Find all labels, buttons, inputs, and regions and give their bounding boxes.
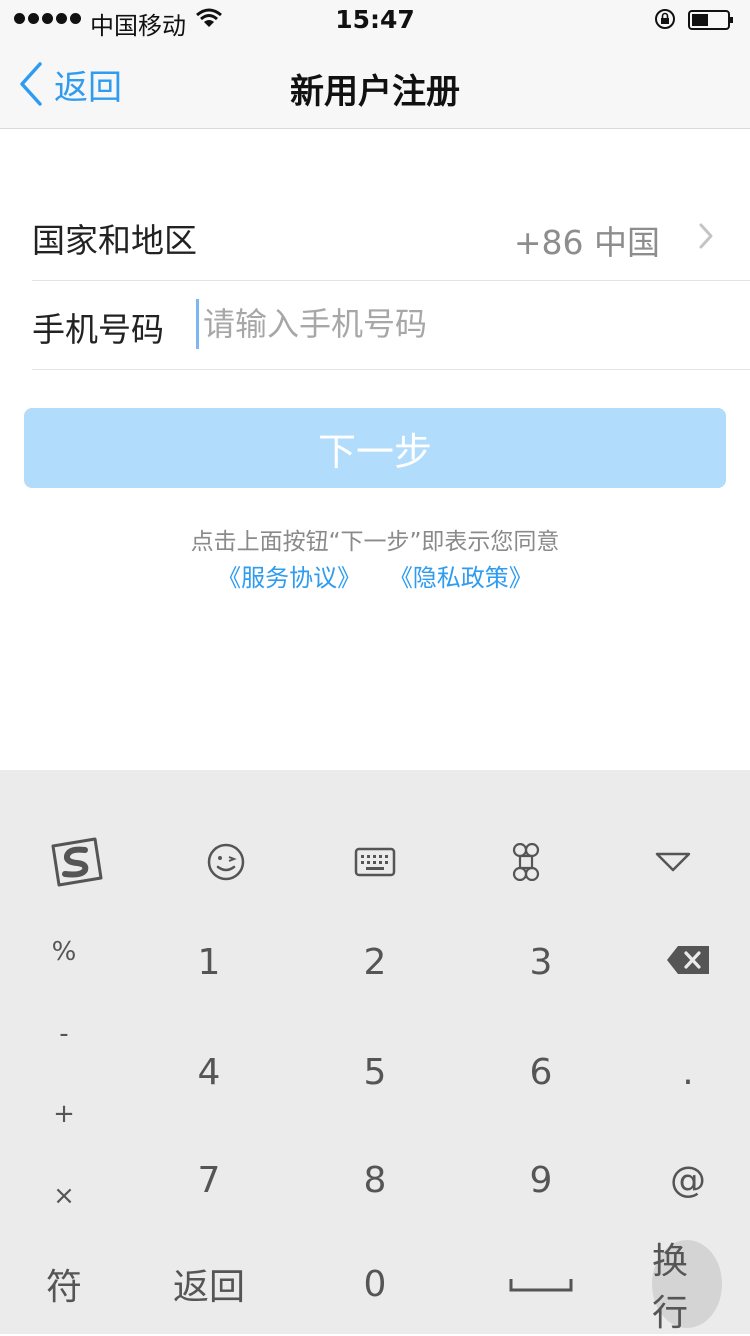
phone-row: 手机号码 xyxy=(32,281,750,370)
key-plus[interactable]: + xyxy=(38,1094,90,1134)
battery-icon xyxy=(688,10,733,30)
key-percent[interactable]: % xyxy=(38,932,90,972)
key-0[interactable]: 0 xyxy=(316,1254,434,1314)
backspace-icon xyxy=(667,946,709,974)
key-2[interactable]: 2 xyxy=(316,934,434,990)
chevron-right-icon xyxy=(699,223,713,249)
key-dot[interactable]: . xyxy=(650,1044,726,1100)
navigation-bar: 返回 新用户注册 xyxy=(0,40,750,129)
emoji-icon[interactable] xyxy=(196,834,256,890)
key-minus[interactable]: - xyxy=(38,1014,90,1054)
agreement-links: 《服务协议》 《隐私政策》 xyxy=(0,558,750,593)
key-8[interactable]: 8 xyxy=(316,1152,434,1208)
privacy-policy-link[interactable]: 《隐私政策》 xyxy=(389,564,533,592)
symbol-key[interactable]: 符 xyxy=(24,1254,104,1314)
keyboard-icon[interactable] xyxy=(345,834,405,890)
status-bar: 中国移动 15:47 xyxy=(0,0,750,40)
rotation-lock-icon xyxy=(655,9,675,29)
region-value: +86 中国 xyxy=(513,223,660,262)
page-title: 新用户注册 xyxy=(290,72,460,112)
sogou-logo-icon[interactable] xyxy=(46,834,106,890)
key-9[interactable]: 9 xyxy=(482,1152,600,1208)
key-3[interactable]: 3 xyxy=(482,934,600,990)
key-multiply[interactable]: × xyxy=(38,1176,90,1216)
space-key[interactable] xyxy=(500,1260,582,1310)
enter-key[interactable]: 换行 xyxy=(652,1240,722,1334)
delete-key[interactable] xyxy=(650,934,726,986)
key-7[interactable]: 7 xyxy=(150,1152,268,1208)
command-icon[interactable] xyxy=(496,834,556,890)
keyboard-return-key[interactable]: 返回 xyxy=(150,1254,268,1314)
key-5[interactable]: 5 xyxy=(316,1044,434,1100)
collapse-keyboard-icon[interactable] xyxy=(643,834,703,890)
numeric-keyboard: % - + × 1 2 3 4 5 6 7 8 9 . @ 符 返回 0 换行 xyxy=(0,770,750,1334)
next-step-button[interactable]: 下一步 xyxy=(24,408,726,488)
agreement-notice: 点击上面按钮“下一步”即表示您同意 xyxy=(190,529,560,555)
region-selector[interactable]: 国家和地区 +86 中国 xyxy=(32,192,750,281)
status-time: 15:47 xyxy=(335,5,415,34)
key-1[interactable]: 1 xyxy=(150,934,268,990)
space-bar-icon xyxy=(509,1279,573,1292)
phone-label: 手机号码 xyxy=(32,310,164,349)
key-at[interactable]: @ xyxy=(650,1152,726,1208)
key-4[interactable]: 4 xyxy=(150,1044,268,1100)
phone-input[interactable] xyxy=(196,299,723,349)
key-6[interactable]: 6 xyxy=(482,1044,600,1100)
region-label: 国家和地区 xyxy=(32,221,197,260)
terms-of-service-link[interactable]: 《服务协议》 xyxy=(217,564,361,592)
